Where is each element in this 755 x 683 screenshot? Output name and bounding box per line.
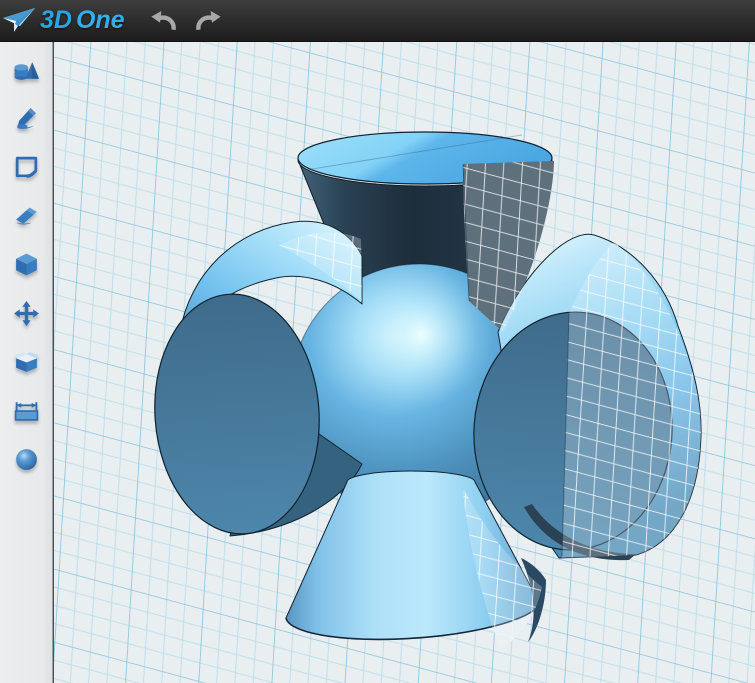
undo-button[interactable] — [147, 6, 181, 36]
viewport-3d[interactable] — [53, 42, 755, 683]
redo-arrow-icon — [194, 9, 222, 33]
sidebar-tool-special-features[interactable] — [2, 338, 50, 387]
sidebar-tool-move[interactable] — [2, 289, 50, 338]
sidebar-tool-sketch[interactable] — [2, 95, 50, 144]
cube-feature-icon — [13, 251, 40, 278]
app-title-3d: 3D — [40, 6, 72, 34]
sidebar-tool-material-render[interactable] — [2, 435, 50, 484]
app-title: 3DOne — [40, 6, 125, 35]
app-title-one: One — [76, 6, 125, 34]
primitive-solids-icon — [13, 57, 40, 84]
sidebar-tool-sketch-plane[interactable] — [2, 143, 50, 192]
undo-arrow-icon — [150, 9, 178, 33]
measure-ruler-icon — [13, 397, 40, 424]
sidebar-tool-basic-editing[interactable] — [2, 240, 50, 289]
move-arrows-icon — [13, 300, 40, 327]
sidebar-tool-measure[interactable] — [2, 386, 50, 435]
top-toolbar: 3DOne — [0, 0, 755, 42]
app-logo: 3DOne — [2, 6, 125, 36]
sidebar-tool-edit-model[interactable] — [2, 192, 50, 241]
scene-3d-model — [54, 42, 755, 683]
material-sphere-icon — [13, 446, 40, 473]
paper-plane-icon — [2, 6, 38, 36]
tool-sidebar — [0, 42, 53, 683]
eraser-edit-icon — [13, 203, 40, 230]
sketch-pen-icon — [13, 105, 40, 132]
sidebar-tool-primitive-solids[interactable] — [2, 46, 50, 95]
sketch-plane-icon — [13, 154, 40, 181]
redo-button[interactable] — [191, 6, 225, 36]
layered-cube-icon — [13, 348, 40, 375]
